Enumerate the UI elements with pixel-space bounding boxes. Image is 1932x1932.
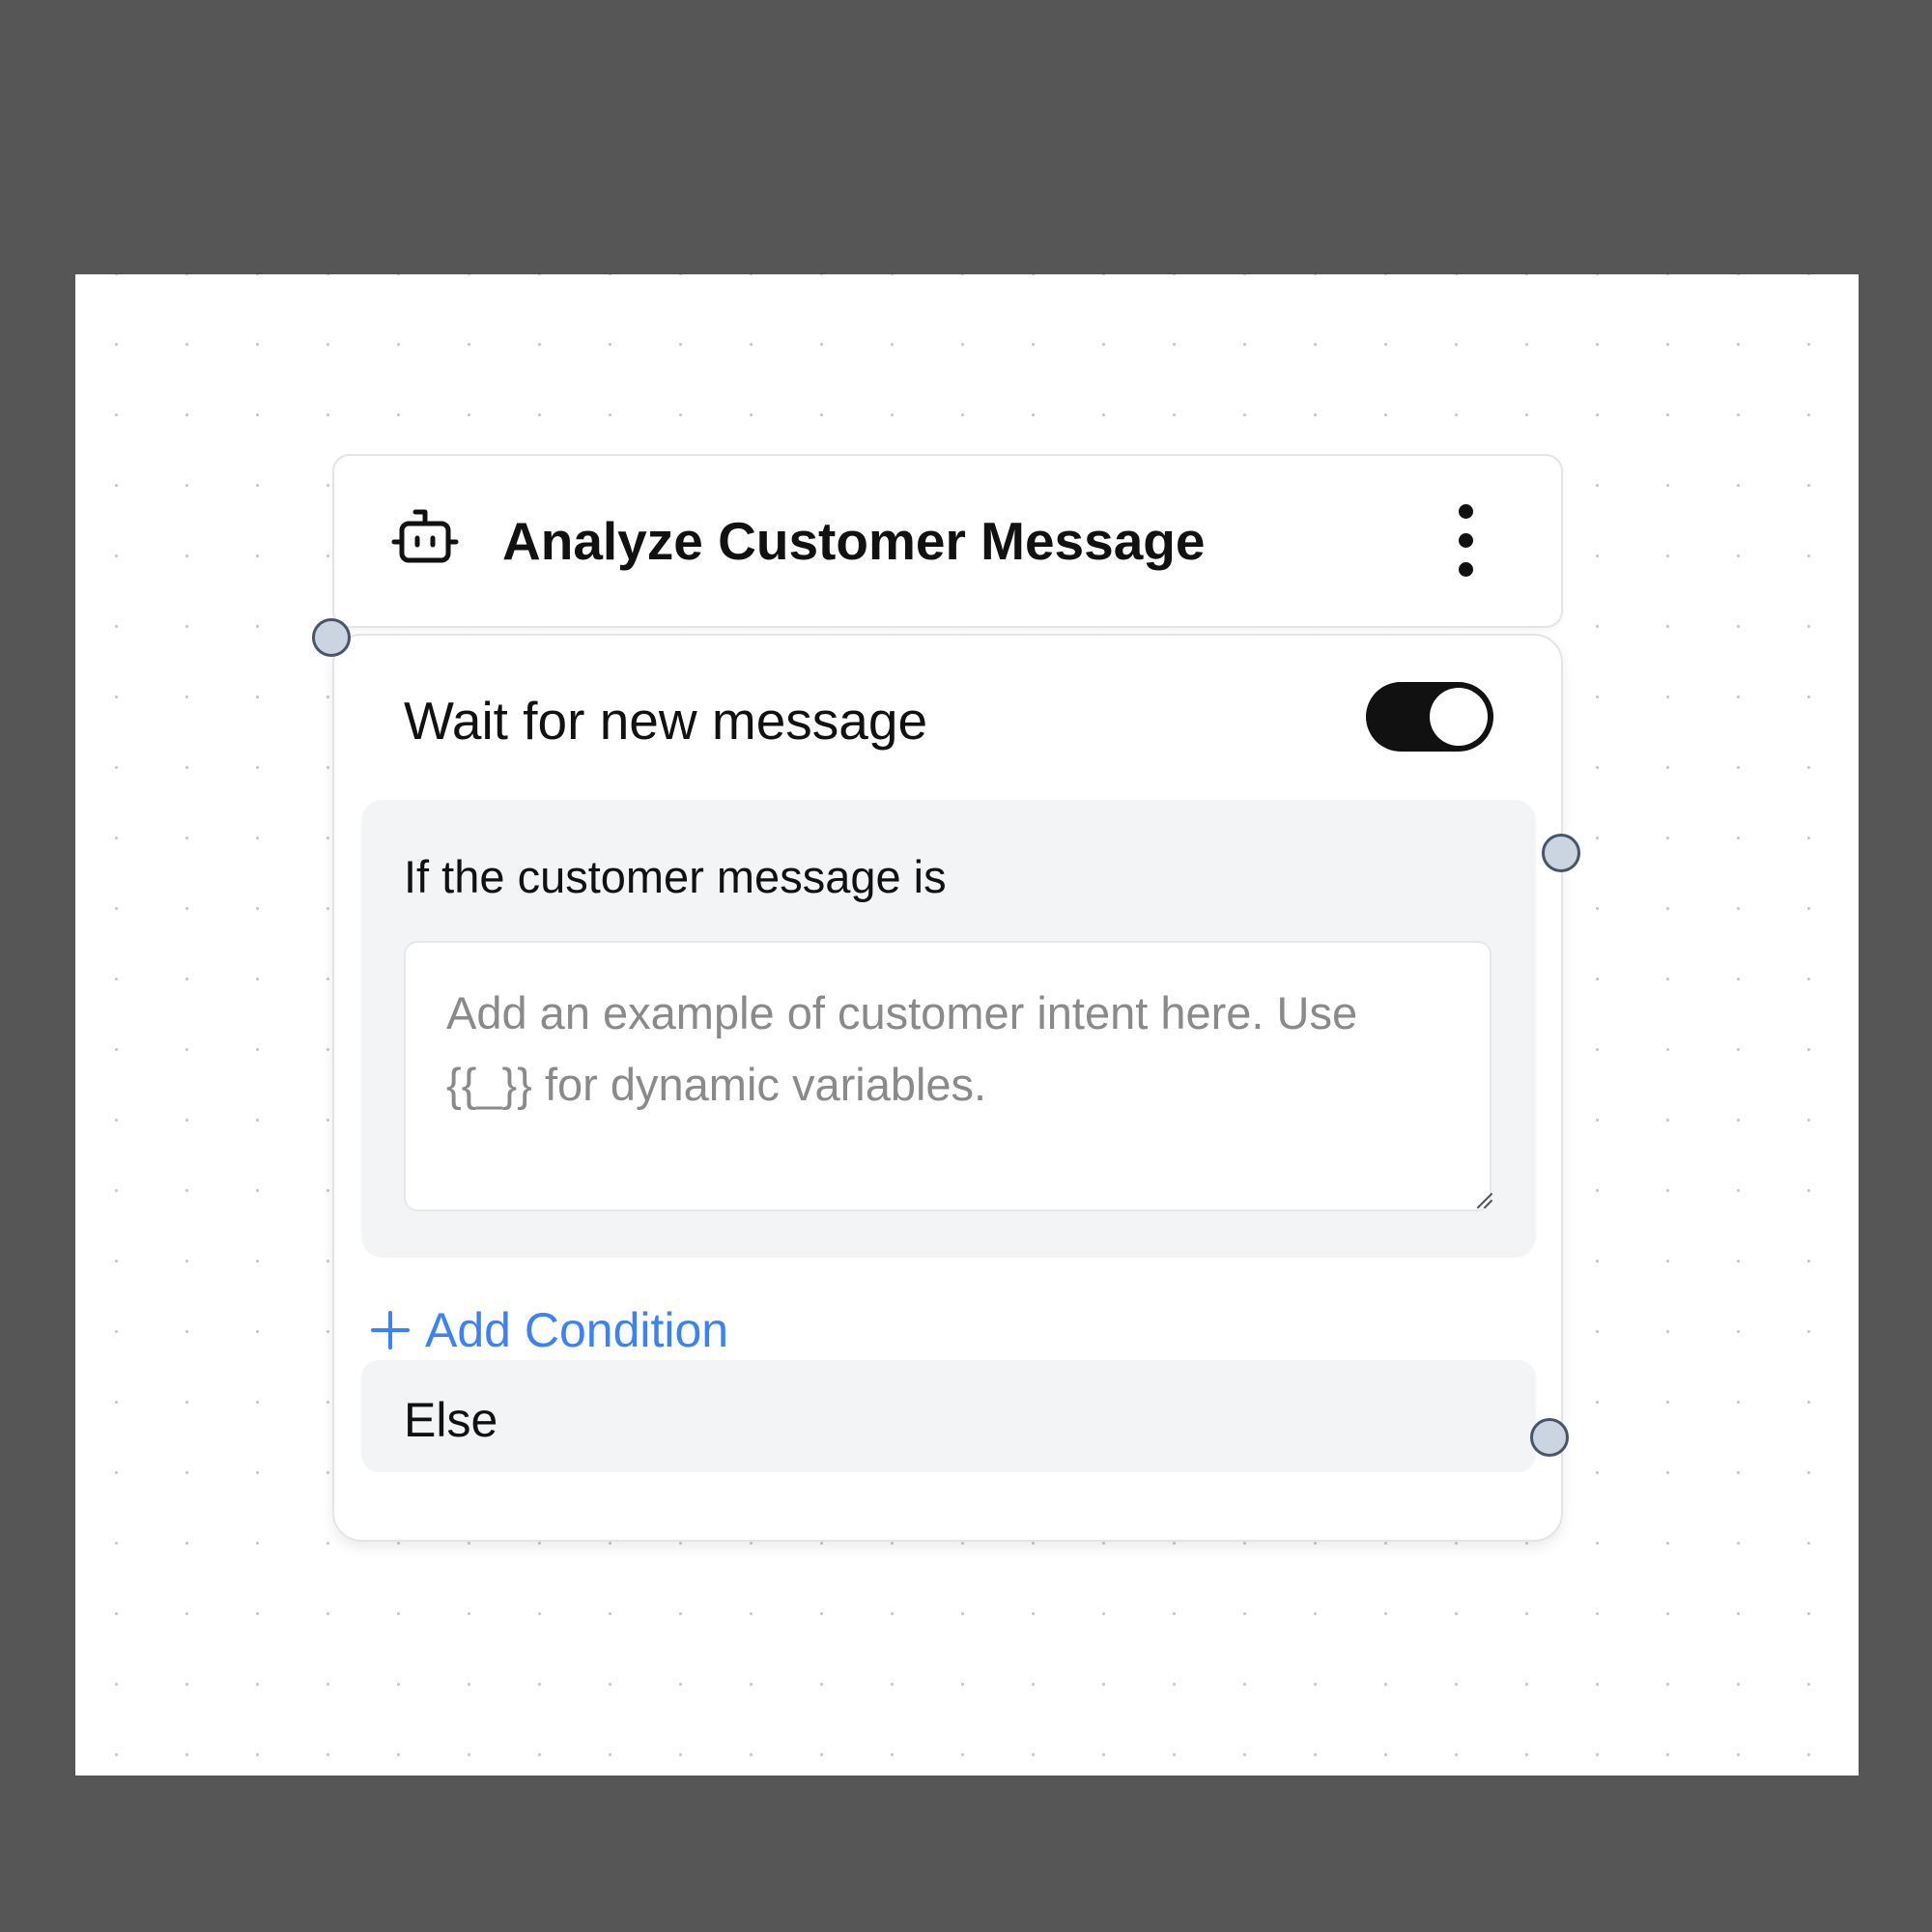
condition-output-handle[interactable] <box>1542 834 1580 872</box>
toggle-knob <box>1430 688 1488 746</box>
else-output-handle[interactable] <box>1530 1418 1569 1457</box>
node-title: Analyze Customer Message <box>502 511 1206 571</box>
wait-for-message-toggle[interactable] <box>1366 682 1493 752</box>
wait-toggle-label: Wait for new message <box>404 691 928 751</box>
flow-node: Analyze Customer Message Wait for new me… <box>312 454 1580 1776</box>
flow-canvas[interactable]: Analyze Customer Message Wait for new me… <box>75 274 1859 1776</box>
input-connection-handle[interactable] <box>312 618 351 657</box>
add-condition-label: Add Condition <box>425 1303 729 1357</box>
add-condition-button[interactable]: Add Condition <box>369 1302 728 1358</box>
condition-label: If the customer message is <box>404 851 947 902</box>
condition-panel: If the customer message is <box>361 800 1536 1258</box>
intent-example-input[interactable] <box>404 941 1492 1211</box>
bot-icon <box>391 509 459 563</box>
node-body: Wait for new message If the customer mes… <box>332 634 1563 1542</box>
plus-icon <box>371 1311 410 1350</box>
else-branch: Else <box>361 1360 1536 1472</box>
node-header[interactable]: Analyze Customer Message <box>332 454 1563 628</box>
else-label: Else <box>404 1393 498 1447</box>
more-vertical-icon[interactable] <box>1447 504 1486 578</box>
